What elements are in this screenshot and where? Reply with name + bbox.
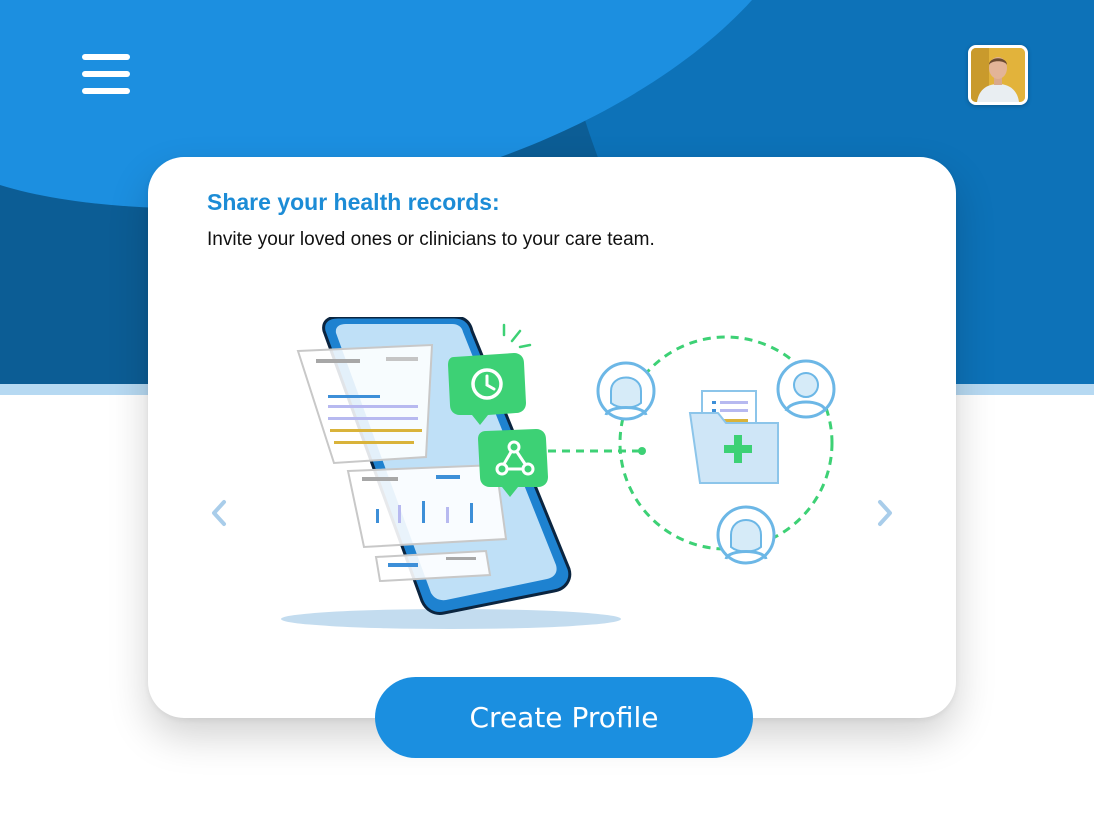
onboarding-card: Share your health records: Invite your l… bbox=[148, 157, 956, 718]
share-records-illustration bbox=[281, 317, 836, 629]
menu-button[interactable] bbox=[78, 50, 134, 98]
chevron-right-icon bbox=[878, 500, 892, 526]
carousel-prev-button[interactable] bbox=[204, 498, 234, 528]
menu-bar bbox=[82, 88, 130, 94]
create-profile-button[interactable]: Create Profile bbox=[375, 677, 753, 758]
menu-bar bbox=[82, 54, 130, 60]
care-team-person-icon bbox=[776, 359, 836, 419]
care-team-person-icon bbox=[716, 505, 776, 565]
card-title: Share your health records: bbox=[207, 189, 500, 215]
menu-bar bbox=[82, 71, 130, 77]
carousel-next-button[interactable] bbox=[870, 498, 900, 528]
user-avatar-photo bbox=[971, 48, 1025, 102]
user-avatar[interactable] bbox=[968, 45, 1028, 105]
care-team-person-icon bbox=[596, 361, 656, 421]
chevron-left-icon bbox=[212, 500, 226, 526]
medical-folder-icon bbox=[688, 390, 779, 484]
share-badge-icon bbox=[478, 429, 548, 497]
card-subtitle: Invite your loved ones or clinicians to … bbox=[207, 229, 655, 250]
